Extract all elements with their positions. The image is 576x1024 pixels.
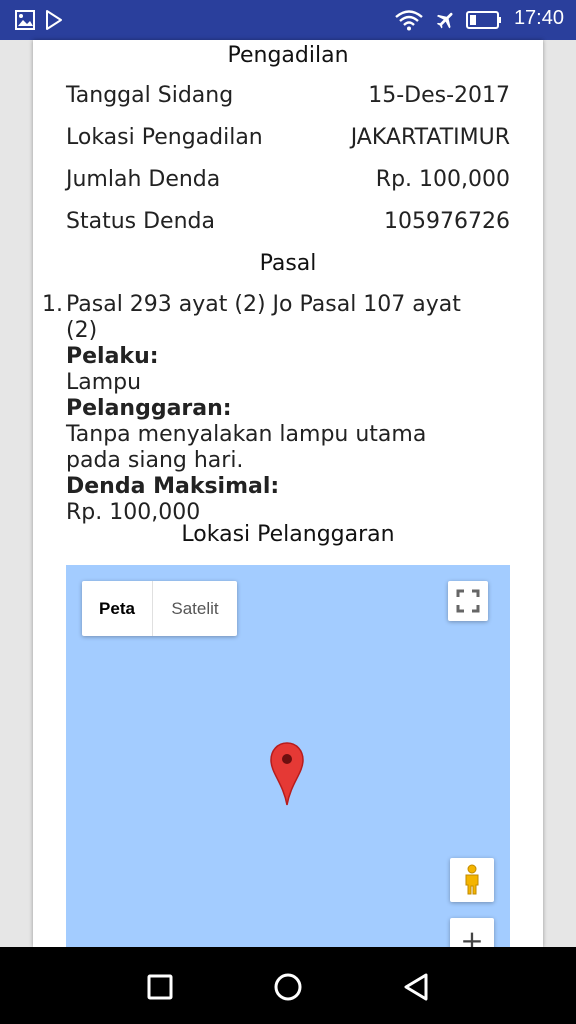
navigation-bar [0, 947, 576, 1024]
pasal-title-line2: (2) [66, 318, 98, 343]
row-value: Rp. 100,000 [375, 167, 510, 192]
row-label: Status Denda [66, 209, 215, 234]
fullscreen-button[interactable] [448, 581, 488, 621]
row-tanggal-sidang: Tanggal Sidang 15-Des-2017 [66, 83, 510, 115]
map-marker-icon[interactable] [269, 741, 305, 807]
status-bar: 17:40 [0, 0, 576, 40]
back-button[interactable] [394, 965, 438, 1009]
pelanggaran-line1: Tanpa menyalakan lampu utama [66, 422, 427, 447]
play-store-icon [46, 10, 62, 30]
denda-maksimal-label: Denda Maksimal: [66, 474, 280, 499]
map-type-control: Peta Satelit [82, 581, 237, 636]
row-lokasi-pengadilan: Lokasi Pengadilan JAKARTATIMUR [66, 125, 510, 157]
zoom-in-icon: + [460, 924, 484, 947]
zoom-in-button[interactable]: + [450, 918, 494, 947]
battery-icon [466, 11, 501, 29]
row-label: Tanggal Sidang [66, 83, 234, 108]
row-value: 15-Des-2017 [368, 83, 510, 108]
pegman-icon [465, 864, 479, 895]
image-icon [15, 10, 35, 30]
map-view[interactable]: Peta Satelit + [66, 565, 510, 947]
wifi-icon [395, 10, 423, 31]
airplane-icon [436, 12, 453, 29]
fullscreen-icon [456, 589, 480, 613]
detail-card: Pengadilan Tanggal Sidang 15-Des-2017 Lo… [33, 40, 543, 947]
pelaku-value: Lampu [66, 370, 142, 395]
pasal-list-item: 1. Pasal 293 ayat (2) Jo Pasal 107 ayat … [42, 292, 510, 526]
pengadilan-heading: Pengadilan [227, 43, 349, 68]
pasal-title-line1: Pasal 293 ayat (2) Jo Pasal 107 ayat [66, 292, 461, 317]
map-type-peta-button[interactable]: Peta [82, 581, 153, 636]
row-status-denda: Status Denda 105976726 [66, 209, 510, 241]
lokasi-heading: Lokasi Pelanggaran [181, 522, 395, 547]
list-number: 1. [42, 292, 63, 317]
status-time: 17:40 [513, 7, 564, 29]
recents-button[interactable] [138, 965, 182, 1009]
pelaku-label: Pelaku: [66, 344, 159, 369]
row-label: Lokasi Pengadilan [66, 125, 263, 150]
pasal-heading: Pasal [259, 251, 317, 276]
row-label: Jumlah Denda [66, 167, 221, 192]
pelanggaran-label: Pelanggaran: [66, 396, 232, 421]
pelanggaran-line2: pada siang hari. [66, 448, 244, 473]
row-jumlah-denda: Jumlah Denda Rp. 100,000 [66, 167, 510, 199]
row-value: 105976726 [384, 209, 510, 234]
row-value: JAKARTATIMUR [350, 125, 510, 150]
street-view-button[interactable] [450, 858, 494, 902]
map-type-satelit-button[interactable]: Satelit [153, 581, 237, 636]
home-button[interactable] [266, 965, 310, 1009]
